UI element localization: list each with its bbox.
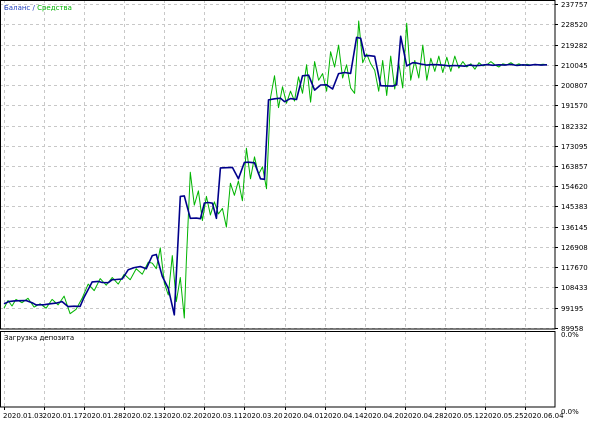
x-tick-label: 2020.03.20: [243, 412, 283, 420]
y-tick-label: 145383: [561, 203, 588, 211]
subpanel-bottom-label: 0.0%: [561, 408, 579, 416]
y-tick-label: 99195: [561, 305, 583, 313]
price-chart: 237757 228520 219282 210045 200807 191570 1823…: [0, 0, 590, 422]
y-tick-label: 219282: [561, 42, 588, 50]
x-tick-label: 2020.04.14: [324, 412, 365, 420]
x-tick-label: 2020.03.11: [203, 412, 243, 420]
y-tick-label: 173095: [561, 143, 588, 151]
x-tick-label: 2020.01.17: [43, 412, 83, 420]
y-tick-label: 126908: [561, 244, 588, 252]
x-tick-label: 2020.02.20: [163, 412, 203, 420]
x-tick-label: 2020.02.13: [123, 412, 163, 420]
y-tick-label: 200807: [561, 82, 588, 90]
y-tick-label: 228520: [561, 21, 588, 29]
subpanel-title: Загрузка депозита: [4, 334, 74, 342]
y-tick-label: 191570: [561, 102, 588, 110]
x-tick-label: 2020.01.03: [3, 412, 43, 420]
y-tick-label: 237757: [561, 1, 588, 9]
x-tick-label: 2020.05.12: [444, 412, 484, 420]
x-tick-label: 2020.04.20: [364, 412, 404, 420]
legend-balance-label: Баланс: [4, 4, 30, 12]
chart-window: 237757 228520 219282 210045 200807 191570 1823…: [0, 0, 590, 422]
x-tick-label: 2020.05.25: [484, 412, 524, 420]
subpanel-top-label: 0.0%: [561, 331, 579, 339]
y-tick-label: 154620: [561, 183, 588, 191]
y-tick-label: 182332: [561, 123, 588, 131]
legend-equity-label: Средства: [37, 4, 72, 12]
x-tick-label: 2020.01.28: [83, 412, 123, 420]
x-tick-label: 2020.04.01: [284, 412, 324, 420]
legend-separator: /: [30, 4, 37, 12]
legend: Баланс / Средства: [4, 4, 72, 12]
x-tick-label: 2020.06.04: [524, 412, 565, 420]
x-tick-label: 2020.04.28: [404, 412, 444, 420]
y-tick-label: 108433: [561, 284, 588, 292]
y-tick-label: 163857: [561, 163, 588, 171]
y-tick-label: 210045: [561, 62, 588, 70]
y-tick-label: 117670: [561, 264, 588, 272]
y-tick-label: 136145: [561, 224, 588, 232]
